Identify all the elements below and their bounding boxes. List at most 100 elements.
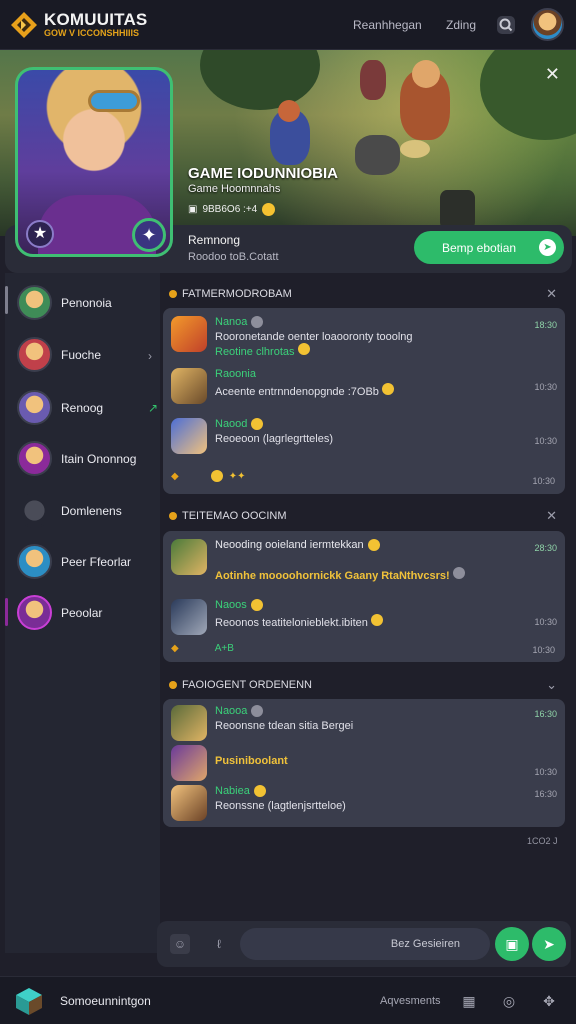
chevron-down-icon[interactable]: ⌄ — [546, 677, 557, 693]
emoji-icon — [370, 614, 383, 626]
sidebar-item-5[interactable]: Domlenens — [17, 493, 122, 528]
user-avatar[interactable] — [531, 8, 564, 41]
message-author: Nabiea — [215, 785, 266, 797]
section-header-2[interactable]: TEITEMAO OOCINM ✕ — [163, 503, 565, 529]
message-timestamp: 16:30 — [534, 709, 557, 719]
sidebar-item-label: Peer Ffeorlar — [61, 554, 132, 569]
message-item[interactable]: Naooa Reoonsne tdean sitia Bergei 16:30 — [171, 705, 559, 741]
send-icon: ➤ — [539, 239, 556, 256]
sidebar-item-label: Renoog — [61, 400, 104, 415]
avatar — [17, 595, 52, 630]
rank-badge-icon: ★ — [26, 220, 54, 248]
cube-icon[interactable] — [14, 986, 44, 1016]
message-author: Naooa — [215, 705, 264, 717]
message-timestamp: 28:30 — [534, 543, 557, 553]
message-input[interactable]: Bez Gesieiren — [240, 928, 490, 960]
sidebar-active-indicator — [5, 286, 8, 314]
sidebar-item-4[interactable]: Itain Ononnog — [17, 441, 136, 476]
nav-link-2[interactable]: Zding — [446, 18, 476, 32]
message-panel-3: Naooa Reoonsne tdean sitia Bergei 16:30 … — [163, 699, 565, 827]
message-text: Reoonsne tdean sitia Bergei — [215, 720, 354, 732]
arrow-icon[interactable]: ↗ — [148, 401, 158, 415]
attach-icon[interactable]: ℓ — [209, 934, 229, 954]
avatar — [17, 337, 52, 372]
close-icon[interactable]: ✕ — [545, 64, 560, 85]
channel-icon — [169, 681, 177, 689]
message-text: Reonssne (lagtlenjsrtteloe) — [215, 800, 346, 812]
avatar — [17, 544, 52, 579]
sidebar-active-indicator — [5, 598, 8, 626]
logo[interactable]: KOMUUITAS GOW V ICCONSHHIIIS — [10, 11, 147, 39]
sidebar-item-label: Domlenens — [61, 503, 122, 518]
sidebar: Penonoia Fuoche › Renoog ↗ Itain Ononnog… — [5, 273, 160, 953]
section-title: FATMERMODROBAM — [182, 288, 292, 300]
reactions-timestamp: 10:30 — [532, 645, 555, 655]
reaction-icon: ◆ — [171, 470, 179, 482]
settings-icon[interactable]: ✥ — [540, 992, 558, 1010]
sidebar-item-label: Fuoche — [61, 347, 102, 362]
join-button[interactable]: Bemp ebotian ➤ — [414, 231, 564, 264]
grid-icon[interactable]: ▦ — [460, 992, 478, 1010]
avatar — [171, 316, 207, 352]
avatar — [171, 539, 207, 575]
channel-icon — [169, 512, 177, 520]
message-author: Pusiniboolant — [215, 755, 288, 767]
status-icon — [251, 316, 264, 328]
sparkle-icon: ✦✦ — [228, 470, 246, 482]
message-item[interactable]: Nabiea Reonssne (lagtlenjsrtteloe) 16:30 — [171, 785, 559, 821]
emoji-icon — [367, 539, 380, 551]
message-author: Raoonia — [215, 368, 256, 380]
close-icon[interactable]: ✕ — [546, 286, 557, 302]
sidebar-item-1[interactable]: Penonoia — [17, 285, 112, 320]
reaction-icon: ◆ — [171, 643, 179, 654]
reactions-row[interactable]: ◆ ✦✦ — [171, 470, 245, 482]
emoji-picker-icon[interactable]: ☺ — [170, 934, 190, 954]
sidebar-item-6[interactable]: Peer Ffeorlar — [17, 544, 131, 579]
gamepad-icon[interactable]: ◎ — [500, 992, 518, 1010]
message-timestamp: 10:30 — [534, 767, 557, 777]
chevron-right-icon[interactable]: › — [148, 349, 152, 363]
message-text-line-2: Reotine clhrotas — [215, 343, 310, 358]
message-item[interactable]: Raoonia Aceente entrnndenopgnde :7OBb 10… — [171, 368, 559, 408]
reactions-row[interactable]: ◆ A+B — [171, 643, 234, 654]
reactions-timestamp: 10:30 — [532, 476, 555, 486]
message-item[interactable]: Naoos Reoonos teatitelonieblekt.ibiten 1… — [171, 599, 559, 639]
message-author: Naood — [215, 418, 264, 430]
sidebar-item-label: Itain Ononnog — [61, 451, 137, 466]
emoji-icon — [250, 599, 263, 611]
avatar — [171, 785, 207, 821]
gallery-button[interactable]: ▣ — [495, 927, 529, 961]
avatar — [171, 745, 207, 781]
search-icon[interactable] — [496, 15, 516, 35]
footer-timestamp: 1CO2 J — [527, 836, 558, 846]
message-author: Nanoa — [215, 316, 264, 328]
sidebar-item-3[interactable]: Renoog — [17, 390, 103, 425]
message-item[interactable]: Nanoa Rooronetande oenter loaooronty too… — [171, 316, 559, 358]
sidebar-item-2[interactable]: Fuoche — [17, 337, 101, 372]
message-timestamp: 10:30 — [534, 382, 557, 392]
nav-link-1[interactable]: Reanhhegan — [353, 18, 422, 32]
message-item[interactable]: Naood Reoeoon (lagrlegrtteles) 10:30 — [171, 418, 559, 458]
status-icon — [452, 567, 465, 579]
sidebar-item-label: Penonoia — [61, 295, 112, 310]
message-author: Neooding ooieland iermtekkan — [215, 539, 380, 551]
message-timestamp: 18:30 — [534, 320, 557, 330]
sidebar-item-7[interactable]: Peoolar — [17, 595, 102, 630]
message-text: Reoonos teatitelonieblekt.ibiten — [215, 614, 383, 629]
section-header-3[interactable]: FAOIOGENT ORDENENN ⌄ — [163, 672, 565, 698]
achievements-link[interactable]: Aqvesments — [380, 995, 441, 1007]
section-title: FAOIOGENT ORDENENN — [182, 679, 312, 691]
message-item[interactable]: Pusiniboolant 10:30 — [171, 745, 559, 781]
message-item[interactable]: Neooding ooieland iermtekkan Aotinhe moo… — [171, 539, 559, 582]
emoji-icon — [381, 383, 394, 395]
hero-subtitle: Game Hoomnnahs — [188, 183, 281, 195]
bottom-title: Somoeunnintgon — [60, 994, 151, 1008]
hero-portrait: ★ ✦ — [15, 67, 173, 257]
close-icon[interactable]: ✕ — [546, 508, 557, 524]
sidebar-item-label: Peoolar — [61, 605, 103, 620]
bottom-bar: Somoeunnintgon Aqvesments ▦ ◎ ✥ — [0, 976, 576, 1024]
logo-title: KOMUUITAS — [44, 10, 148, 29]
send-button[interactable]: ➤ — [532, 927, 566, 961]
section-header-1[interactable]: FATMERMODROBAM ✕ — [163, 281, 565, 307]
avatar — [171, 418, 207, 454]
